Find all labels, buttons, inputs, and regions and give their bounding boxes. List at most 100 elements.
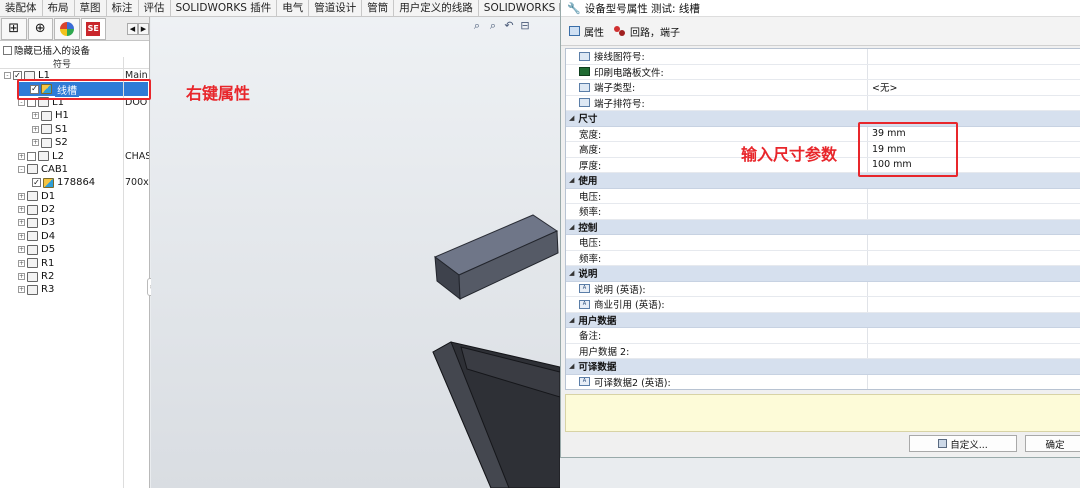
menu-tab[interactable]: 评估 <box>139 0 171 16</box>
tree-item[interactable]: + S2 <box>0 136 149 149</box>
property-row[interactable]: 端子排符号: <box>566 95 1080 111</box>
tree-item[interactable]: + S1 <box>0 123 149 136</box>
collapse-triangle-icon[interactable]: ◢ <box>569 176 574 184</box>
appearance-icon <box>59 21 74 36</box>
circuits-label: 回路，端子 <box>630 27 680 39</box>
property-category[interactable]: ◢ 说明 <box>566 266 1080 282</box>
property-row[interactable]: 频率: <box>566 250 1080 266</box>
tree-item[interactable]: + H1 <box>0 109 149 122</box>
expand-icon[interactable]: + <box>18 206 25 214</box>
menu-tab[interactable]: 装配体 <box>0 0 43 16</box>
appearance-tab[interactable] <box>54 17 80 40</box>
expand-icon[interactable]: + <box>32 125 39 133</box>
expand-icon[interactable]: + <box>18 232 25 240</box>
collapse-icon[interactable]: - <box>18 165 25 173</box>
scroll-right-icon[interactable]: ▶ <box>138 22 149 35</box>
section-view-icon[interactable]: ⊟ <box>518 19 532 33</box>
tree-item[interactable]: + D2 <box>0 203 149 216</box>
collapse-triangle-icon[interactable]: ◢ <box>569 269 574 277</box>
tree-item-label: R1 <box>41 257 55 269</box>
device-tree: - ✓ L1 Main ✓ 线槽 - L1 DOO + H1 + S1 + S2 + L2 CHAS - CAB1 ✓ 1… <box>0 69 149 297</box>
collapse-triangle-icon[interactable]: ◢ <box>569 362 574 370</box>
zoom-fit-icon[interactable]: ⌕ <box>470 19 484 33</box>
collapse-icon[interactable]: - <box>18 98 25 106</box>
property-row[interactable]: 备注: <box>566 328 1080 344</box>
tree-item-label: D3 <box>41 217 56 229</box>
tree-item[interactable]: - CAB1 <box>0 163 149 176</box>
property-name-cell: 接线图符号: <box>566 49 868 64</box>
property-name: 说明 <box>578 269 598 281</box>
collapse-triangle-icon[interactable]: ◢ <box>569 223 574 231</box>
menu-tab[interactable]: 用户定义的线路 <box>394 0 479 16</box>
property-row[interactable]: 印刷电路板文件: <box>566 64 1080 80</box>
expand-icon[interactable]: + <box>32 139 39 147</box>
collapse-icon[interactable]: - <box>4 72 11 80</box>
tree-item[interactable]: + D4 <box>0 230 149 243</box>
property-row[interactable]: 用户数据 2: <box>566 343 1080 359</box>
circuits-terminals-button[interactable]: 回路，端子 <box>614 24 680 39</box>
tree-item[interactable]: + R3 <box>0 283 149 296</box>
property-tab[interactable]: ⊕ <box>27 17 53 40</box>
property-row[interactable]: A 商业引用 (英语): <box>566 297 1080 313</box>
property-category[interactable]: ◢ 控制 <box>566 219 1080 235</box>
properties-tab-button[interactable]: 属性 <box>569 24 604 39</box>
expand-icon[interactable]: + <box>32 112 39 120</box>
tree-item[interactable]: + R1 <box>0 256 149 269</box>
property-row[interactable]: 接线图符号: <box>566 49 1080 65</box>
zoom-area-icon[interactable]: ⌕ <box>486 19 500 33</box>
property-row[interactable]: 电压: <box>566 188 1080 204</box>
previous-view-icon[interactable]: ↶ <box>502 19 516 33</box>
property-row[interactable]: 电压: <box>566 235 1080 251</box>
tree-item[interactable]: + L2 CHAS <box>0 149 149 162</box>
tree-item[interactable]: + D3 <box>0 216 149 229</box>
property-row[interactable]: A 可译数据2 (英语): <box>566 374 1080 389</box>
property-category[interactable]: ◢ 用户数据 <box>566 312 1080 328</box>
location-icon <box>27 217 38 228</box>
tree-item[interactable]: ✓ 178864 700x6 <box>0 176 149 189</box>
collapse-triangle-icon[interactable]: ◢ <box>569 316 574 324</box>
property-category[interactable]: ◢ 可译数据 <box>566 359 1080 375</box>
tree-item[interactable]: + D5 <box>0 243 149 256</box>
scroll-left-icon[interactable]: ◀ <box>127 22 138 35</box>
property-row[interactable]: 宽度: 39 mm <box>566 126 1080 142</box>
property-category[interactable]: ◢ 尺寸 <box>566 111 1080 127</box>
property-name-cell: 端子类型: <box>566 80 868 95</box>
symbol-column-header: 符号 <box>52 60 71 70</box>
expand-icon[interactable]: + <box>18 152 25 160</box>
expand-icon[interactable]: + <box>18 246 25 254</box>
ok-button[interactable]: 确定 <box>1025 435 1080 452</box>
menu-tab[interactable]: 管筒 <box>362 0 395 16</box>
expand-icon[interactable]: + <box>18 219 25 227</box>
menu-tab[interactable]: 标注 <box>107 0 139 16</box>
property-row[interactable]: A 说明 (英语): <box>566 281 1080 297</box>
property-value[interactable]: <无> <box>868 80 1080 94</box>
feature-tree-tab[interactable]: ⊞ <box>1 17 27 40</box>
customize-button[interactable]: 自定义... <box>909 435 1017 452</box>
menu-tab[interactable]: 管道设计 <box>309 0 363 16</box>
menu-tab[interactable]: SOLIDWORKS Electrical 3D <box>479 0 560 16</box>
tree-item[interactable]: + D1 <box>0 190 149 203</box>
expand-icon[interactable]: + <box>18 259 25 267</box>
menu-tab[interactable]: 电气 <box>277 0 310 16</box>
menu-tab[interactable]: 布局 <box>43 0 75 16</box>
property-category[interactable]: ◢ 使用 <box>566 173 1080 189</box>
electrical-tab[interactable]: SE <box>80 17 106 40</box>
panel-tabs: ⊞ ⊕ SE ◀ ▶ <box>0 17 149 41</box>
property-name-cell: 宽度: <box>566 126 868 141</box>
expand-icon[interactable]: + <box>18 192 25 200</box>
column-divider[interactable] <box>123 57 124 488</box>
property-name: 备注: <box>579 331 602 343</box>
expand-icon[interactable]: + <box>18 273 25 281</box>
tree-checkbox[interactable] <box>27 151 36 161</box>
tree-item[interactable]: + R2 <box>0 270 149 283</box>
menu-tab[interactable]: 草图 <box>75 0 107 16</box>
tree-checkbox[interactable]: ✓ <box>32 178 41 188</box>
property-name-cell: A 说明 (英语): <box>566 281 868 296</box>
menu-bar: 装配体 布局 草图 标注 评估 SOLIDWORKS 插件 电气 管道设计 管筒 用户定义的线路 S… <box>0 0 560 17</box>
collapse-triangle-icon[interactable]: ◢ <box>569 114 574 122</box>
hide-inserted-checkbox[interactable]: 隐藏已插入的设备 <box>0 43 149 57</box>
menu-tab[interactable]: SOLIDWORKS 插件 <box>171 0 278 16</box>
expand-icon[interactable]: + <box>18 286 25 294</box>
property-row[interactable]: 端子类型: <无> <box>566 80 1080 96</box>
property-row[interactable]: 频率: <box>566 204 1080 220</box>
